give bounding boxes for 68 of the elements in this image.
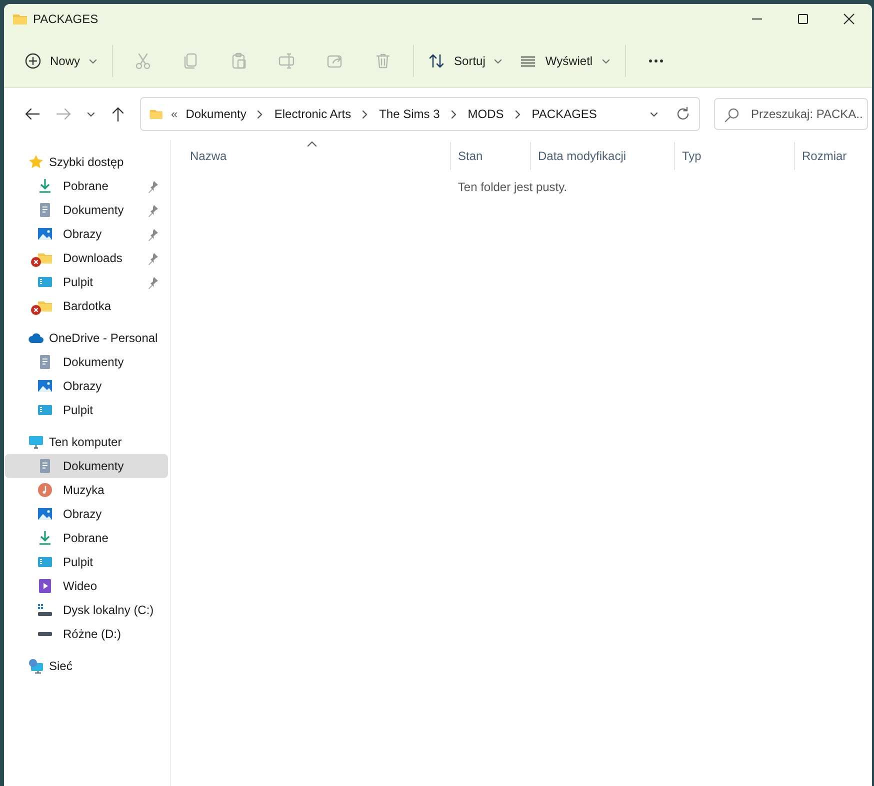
video-icon xyxy=(37,578,53,594)
caret-icon xyxy=(493,56,504,64)
sort-button[interactable]: Sortuj xyxy=(420,44,512,78)
download-icon xyxy=(37,530,53,546)
document-icon xyxy=(37,354,53,370)
sidebar-item[interactable]: Dokumenty xyxy=(5,350,168,374)
sidebar-item[interactable]: Muzyka xyxy=(5,478,168,502)
sidebar-item[interactable]: OneDrive - Personal xyxy=(4,326,170,350)
column-header[interactable]: Nazwa xyxy=(190,149,227,163)
sidebar-item[interactable]: Dysk lokalny (C:) xyxy=(5,598,168,622)
sort-arrows-icon xyxy=(428,52,446,70)
sidebar-item[interactable]: Obrazy xyxy=(5,502,168,526)
search-field[interactable]: Przeszukaj: PACKA... xyxy=(714,98,868,130)
caret-icon xyxy=(600,56,611,64)
document-icon xyxy=(37,202,53,218)
document-icon xyxy=(37,458,53,474)
window-title: PACKAGES xyxy=(33,12,98,26)
breadcrumb-item[interactable]: PACKAGES xyxy=(532,107,597,121)
sidebar-item[interactable]: Pulpit xyxy=(5,270,168,294)
view-button[interactable]: Wyświetl xyxy=(511,44,619,78)
caret-icon[interactable] xyxy=(649,110,659,118)
refresh-icon[interactable] xyxy=(675,106,691,122)
column-header[interactable]: Rozmiar xyxy=(802,149,847,163)
empty-folder-message: Ten folder jest pusty. xyxy=(456,180,568,194)
music-icon xyxy=(37,482,53,498)
desktop-icon xyxy=(37,274,53,290)
sidebar-item[interactable]: Obrazy xyxy=(5,222,168,246)
sidebar-item[interactable]: Downloads xyxy=(5,246,168,270)
chevron-icon xyxy=(361,110,370,118)
column-header[interactable]: Stan xyxy=(458,149,483,163)
star-icon xyxy=(28,154,44,170)
breadcrumb-item[interactable]: The Sims 3 xyxy=(379,107,440,121)
chevron-icon xyxy=(514,110,522,118)
breadcrumb-item[interactable]: Dokumenty xyxy=(186,107,246,121)
drive-icon xyxy=(37,602,53,618)
picture-icon xyxy=(37,226,53,242)
sidebar-item[interactable]: Obrazy xyxy=(5,374,168,398)
sidebar-item[interactable]: Dokumenty xyxy=(5,198,168,222)
desktop-icon xyxy=(37,554,53,570)
search-icon xyxy=(724,107,740,123)
desktop-icon xyxy=(37,402,53,418)
caret-icon xyxy=(88,56,98,64)
monitor-icon xyxy=(28,434,44,450)
download-icon xyxy=(37,178,53,194)
sidebar-item[interactable]: Bardotka xyxy=(5,294,168,318)
sidebar-item[interactable]: Szybki dostęp xyxy=(4,150,170,174)
sidebar-item[interactable]: Sieć xyxy=(4,654,170,678)
plus-icon xyxy=(24,52,42,70)
breadcrumb-item[interactable]: Electronic Arts xyxy=(274,107,352,121)
sidebar-item[interactable]: Ten komputer xyxy=(4,430,170,454)
chevron-icon xyxy=(256,110,264,118)
overflow-button[interactable]: « xyxy=(171,107,178,121)
sidebar-item[interactable]: Pobrane xyxy=(5,174,168,198)
column-header[interactable]: Typ xyxy=(682,149,702,163)
sidebar-item[interactable]: Pulpit xyxy=(5,398,168,422)
chevron-icon xyxy=(450,110,458,118)
sidebar-item[interactable]: Dokumenty xyxy=(5,454,168,478)
sidebar-item[interactable]: Pulpit xyxy=(5,550,168,574)
address-bar[interactable]: « Dokumenty Electronic Arts The Sims 3 MODS PACKAGES xyxy=(140,97,700,131)
breadcrumb-item[interactable]: MODS xyxy=(468,107,504,121)
sidebar-item[interactable]: Wideo xyxy=(5,574,168,598)
network-icon xyxy=(28,658,44,674)
picture-icon xyxy=(37,506,53,522)
new-button[interactable]: Nowy xyxy=(16,44,106,78)
column-header[interactable]: Data modyfikacji xyxy=(538,149,626,163)
picture-icon xyxy=(37,378,53,394)
sidebar-item[interactable]: Różne (D:) xyxy=(5,622,168,646)
sidebar-item[interactable]: Pobrane xyxy=(5,526,168,550)
